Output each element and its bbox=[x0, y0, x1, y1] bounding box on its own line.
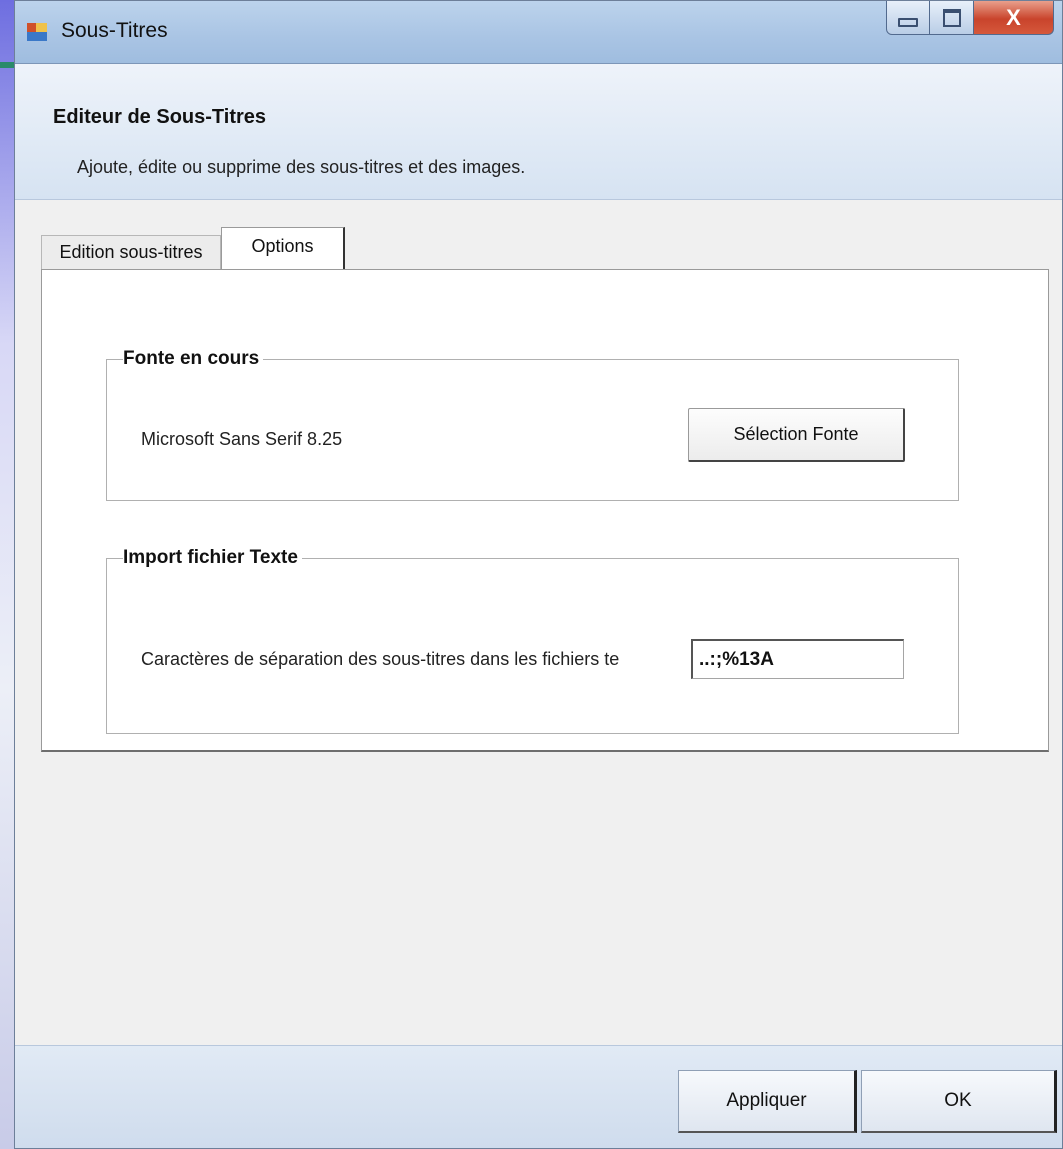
title-bar[interactable]: Sous-Titres X bbox=[15, 1, 1062, 64]
window-title: Sous-Titres bbox=[61, 19, 168, 42]
header-title: Editeur de Sous-Titres bbox=[53, 106, 267, 128]
maximize-button[interactable] bbox=[930, 1, 974, 35]
minimize-button[interactable] bbox=[886, 1, 930, 35]
minimize-icon bbox=[898, 18, 918, 27]
close-icon: X bbox=[1006, 4, 1021, 30]
separator-input[interactable] bbox=[691, 639, 904, 679]
dialog-body: Edition sous-titres Options Fonte en cou… bbox=[15, 200, 1062, 1148]
current-font-label: Microsoft Sans Serif 8.25 bbox=[141, 429, 343, 449]
tab-edition-sous-titres[interactable]: Edition sous-titres bbox=[41, 235, 221, 269]
header-subtitle: Ajoute, édite ou supprime des sous-titre… bbox=[77, 157, 526, 177]
ok-button[interactable]: OK bbox=[861, 1070, 1057, 1133]
font-group: Fonte en cours Microsoft Sans Serif 8.25… bbox=[106, 348, 959, 501]
window-controls: X bbox=[886, 1, 1054, 37]
dialog-header: Editeur de Sous-Titres Ajoute, édite ou … bbox=[15, 64, 1062, 200]
apply-button[interactable]: Appliquer bbox=[678, 1070, 857, 1133]
import-text-group: Import fichier Texte Caractères de sépar… bbox=[106, 547, 959, 734]
maximize-icon bbox=[942, 8, 961, 27]
desktop-background bbox=[0, 0, 14, 1149]
select-font-button[interactable]: Sélection Fonte bbox=[688, 408, 905, 462]
options-panel: Fonte en cours Microsoft Sans Serif 8.25… bbox=[41, 269, 1049, 752]
font-group-title: Fonte en cours bbox=[123, 348, 264, 370]
app-icon bbox=[27, 23, 47, 41]
close-button[interactable]: X bbox=[974, 1, 1054, 35]
tab-options[interactable]: Options bbox=[221, 227, 345, 270]
dialog-footer: Appliquer OK bbox=[15, 1045, 1062, 1148]
subtitles-dialog: Sous-Titres X Editeur de Sous-Titres Ajo… bbox=[14, 0, 1063, 1149]
separator-label: Caractères de séparation des sous-titres… bbox=[141, 649, 620, 669]
import-group-title: Import fichier Texte bbox=[123, 547, 302, 569]
